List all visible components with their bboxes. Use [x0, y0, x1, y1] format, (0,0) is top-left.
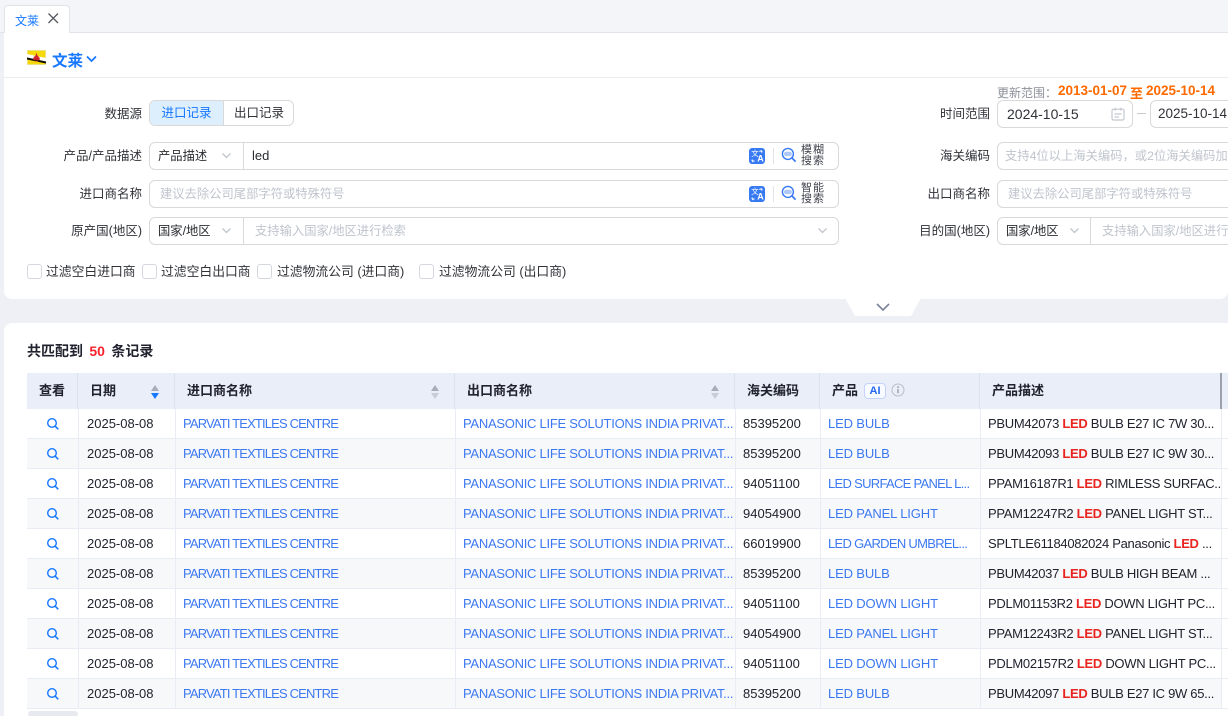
svg-text:A: A [757, 154, 764, 164]
svg-text:A: A [757, 192, 764, 202]
